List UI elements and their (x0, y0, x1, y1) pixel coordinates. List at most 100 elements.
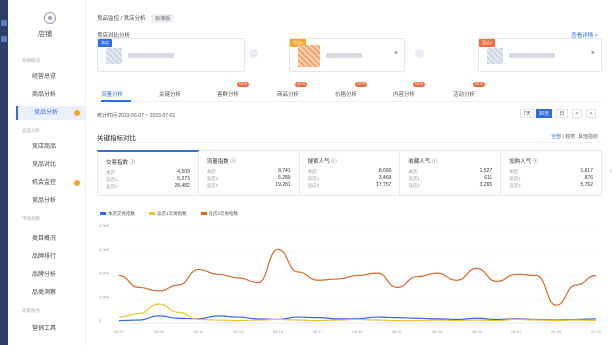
date-range: 统计时间 2023-06-07 ~ 2023-07-01 (97, 113, 176, 119)
metric-label: 竞店1 (307, 176, 320, 181)
y-tick-label: 8,000 (99, 223, 110, 228)
legend-item[interactable]: 本店交易指数 (100, 211, 135, 217)
metric-card[interactable]: 搜索人气 ⓘ 本店 8,090 竞店1 3,469 竞店2 17,757 (299, 150, 401, 196)
legend-item[interactable]: 竞店1交易指数 (149, 211, 187, 217)
series-line[interactable] (118, 248, 597, 306)
tab-active-indicator (101, 100, 131, 102)
legend-swatch (149, 212, 155, 216)
metric-title: 搜索人气 ⓘ (307, 159, 337, 165)
metric-label: 本店 (206, 169, 216, 174)
filter-more[interactable]: 其他指标 (578, 134, 598, 140)
trend-chart[interactable]: 0 2,000 4,000 6,000 8,000 06-07 06-09 06-11 06-1… (97, 222, 602, 337)
x-tick-label: 06-23 (432, 329, 443, 334)
range-7d-button[interactable]: 7天 (520, 109, 534, 118)
metric-value: 8,090 (378, 168, 392, 174)
sidebar-item[interactable]: 竞店商品 (16, 140, 86, 154)
x-tick-label: 06-17 (313, 329, 324, 334)
y-tick-label: 4,000 (99, 271, 110, 276)
shop-name-blurred (326, 53, 362, 58)
x-tick-label: 06-09 (154, 329, 165, 334)
sidebar-item[interactable]: 品牌分析 (16, 268, 86, 282)
sidebar-group-label: 竞品分析 (22, 128, 40, 133)
metric-value: 1,527 (479, 168, 493, 174)
shop-card-self[interactable]: 本店 (97, 38, 258, 72)
y-tick-label: 2,000 (99, 294, 110, 299)
legend-item[interactable]: 竞店2交易指数 (200, 211, 239, 217)
shop-tag: 本店 (98, 39, 112, 47)
x-tick-label: 07-01 (591, 329, 602, 334)
legend-swatch (100, 212, 106, 216)
metric-value: 17,757 (376, 182, 392, 188)
new-badge: NEW (473, 82, 486, 87)
metric-value: 5,289 (278, 175, 291, 181)
metric-card[interactable]: 加购人气 ⓘ 本店 1,617 竞店1 876 竞店2 5,762 (501, 150, 602, 196)
sidebar-item[interactable]: 竞品对比 (16, 158, 86, 172)
sidebar-item[interactable]: 商品分析 (16, 88, 86, 102)
sidebar-item[interactable]: 竞品分析 (16, 194, 86, 208)
main-content: 竞品监控 / 竞店分析 标准版 竞店对比分析 查看详情 > 本店 竞店1 × 竞… (86, 0, 612, 345)
breadcrumb-text[interactable]: 竞品监控 / 竞店分析 (97, 16, 146, 22)
x-tick-label: 06-25 (472, 329, 483, 334)
metric-title: 交易指数 ⓘ (106, 160, 136, 166)
section-title: 关键指标对比 (97, 135, 136, 142)
shop-card-rival-1[interactable]: 竞店1 × (289, 38, 424, 72)
metric-title: 流量指数 ⓘ (206, 159, 236, 165)
sidebar-item[interactable]: 经营总览 (16, 70, 86, 84)
metric-card[interactable]: 收藏人气 ⓘ 本店 1,527 竞店1 611 竞店2 3,265 (400, 150, 502, 196)
metric-value: 1,617 (580, 168, 593, 174)
range-day-button[interactable]: 日 (556, 109, 568, 118)
trend-chart-svg: 0 2,000 4,000 6,000 8,000 06-07 06-09 06-11 06-1… (99, 223, 602, 334)
close-icon[interactable]: × (394, 50, 398, 57)
sidebar-item-active[interactable]: 竞品分析 (16, 106, 86, 120)
metric-label: 本店 (106, 170, 115, 175)
metric-value: 611 (484, 175, 493, 181)
prev-date-button[interactable]: < (572, 109, 582, 118)
tab-activity[interactable]: 活动分析 (453, 90, 475, 98)
filter-trend[interactable]: 趋势 (565, 134, 575, 140)
new-badge: NEW (355, 82, 368, 87)
window-edge-strip (0, 0, 8, 345)
tab-flow[interactable]: 流量分析 (101, 90, 123, 98)
metric-value: 3,265 (479, 182, 493, 188)
sidebar-item-label: 机会监控 (32, 180, 57, 186)
compare-vs-icon (249, 49, 258, 58)
metric-card[interactable]: 流量指数 ⓘ 本店 8,741 竞店1 5,289 竞店2 19,281 (198, 150, 300, 196)
shop-avatar (106, 48, 122, 64)
shop-card-rival-2[interactable]: 竞店2 × (478, 38, 602, 72)
x-tick-label: 06-19 (352, 329, 363, 334)
section-controls: 全部 | 趋势 其他指标 (551, 133, 598, 140)
x-tick-label: 06-11 (194, 329, 205, 334)
legend-label: 本店交易指数 (108, 211, 135, 216)
tab-product[interactable]: 商品分析 (277, 90, 299, 98)
range-30d-button[interactable]: 30天 (536, 109, 552, 118)
tab-price[interactable]: 价格分析 (335, 90, 357, 98)
sidebar-item[interactable]: 品牌排行 (16, 250, 86, 264)
brand-logo-icon[interactable] (44, 12, 56, 24)
x-tick-label: 06-13 (233, 329, 244, 334)
metric-value: 28,482 (174, 183, 190, 189)
sidebar-item[interactable]: 品类洞察 (16, 286, 86, 300)
tab-content[interactable]: 内容分析 (393, 90, 415, 98)
brand-name: 店铺 (38, 31, 52, 38)
filter-separator: | (562, 134, 564, 140)
metric-card[interactable]: 交易指数 ⓘ 本店 4,509 竞店1 5,273 竞店2 28,482 (97, 150, 199, 196)
notice-dot-icon (74, 110, 80, 116)
new-badge: NEW (413, 82, 426, 87)
metric-title: 收藏人气 ⓘ (408, 159, 438, 165)
close-icon[interactable]: × (591, 50, 595, 57)
legend-label: 竞店2交易指数 (208, 211, 239, 216)
tab-customer[interactable]: 客群分析 (217, 90, 239, 98)
sidebar-item[interactable]: 类目概况 (16, 232, 86, 246)
sidebar-item[interactable]: 机会监控 (16, 176, 86, 190)
metric-title: 加购人气 ⓘ (509, 159, 539, 165)
filter-all[interactable]: 全部 (551, 134, 561, 140)
sidebar-item[interactable]: 营销工具 (16, 322, 86, 336)
sidebar-group-label: 商铺概况 (22, 58, 40, 63)
metric-label: 竞店1 (408, 176, 420, 181)
next-date-button[interactable]: > (586, 109, 596, 118)
tab-keyword[interactable]: 关键分析 (159, 90, 181, 98)
metric-label: 本店 (408, 169, 418, 174)
y-tick-label: 6,000 (99, 247, 110, 252)
metric-label: 竞店2 (509, 183, 521, 188)
shop-name-blurred (509, 53, 555, 58)
